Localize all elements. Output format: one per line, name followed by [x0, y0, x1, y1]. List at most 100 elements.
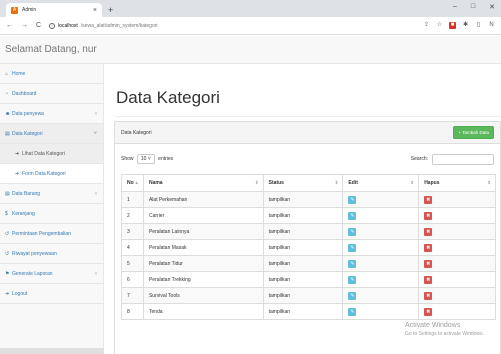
sidebar-item-label: Form Data Kategori [22, 170, 66, 177]
bookmark-star-icon[interactable]: ☆ [436, 22, 443, 29]
maximize-icon[interactable]: □ [471, 3, 475, 11]
sidebar-item-data-kategori[interactable]: ▤ Data Kategori ˅ [0, 124, 103, 144]
cell-nama: Peralatan Lainnya [142, 223, 264, 240]
cell-status: tampilkan [262, 271, 344, 288]
edit-icon[interactable]: ✎ [348, 195, 357, 204]
trash-icon[interactable]: ✖ [424, 307, 433, 316]
column-header-nama[interactable]: Nama ⇕ [142, 174, 264, 192]
trash-icon[interactable]: ✖ [424, 275, 433, 284]
column-header-hapus[interactable]: Hapus ⇕ [418, 174, 496, 192]
cell-status: tampilkan [262, 191, 344, 208]
sidebar-item-home[interactable]: ⌂ Home [0, 64, 103, 84]
cell-edit: ✎ [342, 207, 420, 224]
sidebar-subitem-lihat-data-kategori[interactable]: ➜ Lihat Data Kategori [0, 144, 103, 164]
window-controls: – □ ✕ [453, 3, 495, 11]
table-row: 8 Tenda tampilkan ✎ ✖ [121, 303, 496, 320]
list-icon: ▤ [5, 130, 10, 137]
users-icon: ☻ [5, 110, 11, 117]
trash-icon[interactable]: ✖ [424, 211, 433, 220]
extension-red-icon[interactable]: ■ [449, 22, 456, 29]
column-header-label: Nama [148, 180, 163, 186]
new-tab-button[interactable]: + [108, 5, 113, 15]
cell-no: 8 [121, 303, 144, 320]
profile-icon[interactable]: N [488, 22, 495, 29]
sidebar-item-permintaan-pengembalian[interactable]: ↺ Permintaan Pengembalian [0, 224, 103, 244]
sidebar-item-label: Data Barang [12, 190, 41, 197]
arrow-right-icon: ➜ [15, 170, 20, 177]
extension-icons: ⇪ ☆ ■ ✱ ▯ N [423, 22, 495, 29]
trash-icon[interactable]: ✖ [424, 259, 433, 268]
sidebar-item-keranjang[interactable]: $ Keranjang [0, 204, 103, 224]
favicon-icon: A [11, 6, 18, 14]
edit-icon[interactable]: ✎ [348, 227, 357, 236]
report-icon: ⚑ [5, 270, 10, 277]
cell-hapus: ✖ [418, 287, 496, 304]
edit-icon[interactable]: ✎ [348, 211, 357, 220]
sidebar-item-dashboard[interactable]: ◔ Dashboard [0, 84, 103, 104]
edit-icon[interactable]: ✎ [348, 243, 357, 252]
sidebar-item-riwayat-penyewaan[interactable]: ↺ Riwayat penyewaan [0, 244, 103, 264]
sidebar-item-label: Riwayat penyewaan [12, 250, 57, 257]
chevron-down-icon: ˅ [93, 130, 97, 137]
list-icon: ▤ [5, 190, 10, 197]
sidebar-item-logout[interactable]: ➔ Logout [0, 284, 103, 304]
sidebar-item-data-barang[interactable]: ▤ Data Barang ‹ [0, 184, 103, 204]
history-icon: ↺ [5, 230, 10, 237]
logout-icon: ➔ [5, 290, 10, 297]
edit-icon[interactable]: ✎ [348, 291, 357, 300]
sidebar-item-label: Keranjang [12, 210, 35, 217]
reload-icon[interactable]: C [36, 22, 41, 29]
tab-close-icon[interactable]: × [93, 7, 97, 14]
chevron-left-icon: ‹ [95, 270, 97, 277]
chevron-left-icon: ‹ [95, 190, 97, 197]
add-data-button[interactable]: + Tambah Data [453, 126, 494, 139]
url-field[interactable]: i localhost/sewa_alat/admin_system/kateg… [49, 22, 415, 29]
sidebar-item-data-penyewa[interactable]: ☻ Data penyewa ‹ [0, 104, 103, 124]
table-row: 5 Peralatan Tidur tampilkan ✎ ✖ [121, 255, 496, 272]
cell-no: 5 [121, 255, 144, 272]
entries-select[interactable]: 10 ˅ [136, 154, 155, 164]
panel-title: Data Kategori [121, 129, 152, 136]
search-control: Search: [411, 153, 494, 165]
column-header-status[interactable]: Status ⇕ [262, 174, 344, 192]
browser-tab[interactable]: A Admin × [6, 3, 102, 17]
close-window-icon[interactable]: ✕ [489, 3, 495, 11]
edit-icon[interactable]: ✎ [348, 259, 357, 268]
cell-nama: Alat Perkemahan [142, 191, 264, 208]
site-info-icon[interactable]: i [49, 22, 56, 29]
watermark-subtitle: Go to Settings to activate Windows. [405, 331, 484, 337]
forward-icon[interactable]: → [21, 22, 28, 29]
browser-tab-bar: A Admin × + – □ ✕ [0, 0, 501, 17]
trash-icon[interactable]: ✖ [424, 195, 433, 204]
trash-icon[interactable]: ✖ [424, 227, 433, 236]
show-label: Show [121, 156, 134, 162]
navbar-brand[interactable]: Selamat Datang, nur [5, 44, 97, 55]
sidebar-subitem-form-data-kategori[interactable]: ➜ Form Data Kategori [0, 164, 103, 184]
sidebar-panel-icon[interactable]: ▯ [475, 22, 482, 29]
sidebar-item-label: Generate Laporan [12, 270, 53, 277]
column-header-label: Hapus [424, 180, 440, 186]
minimize-icon[interactable]: – [453, 3, 457, 11]
extensions-puzzle-icon[interactable]: ✱ [462, 22, 469, 29]
cell-nama: Survival Tools [142, 287, 264, 304]
cell-hapus: ✖ [418, 191, 496, 208]
back-icon[interactable]: ← [6, 22, 13, 29]
search-input[interactable] [432, 153, 494, 165]
column-header-no[interactable]: No ▲ [121, 174, 144, 192]
history-icon: ↺ [5, 250, 10, 257]
cell-edit: ✎ [342, 255, 420, 272]
cell-edit: ✎ [342, 271, 420, 288]
trash-icon[interactable]: ✖ [424, 291, 433, 300]
sort-icon: ⇕ [487, 180, 491, 185]
trash-icon[interactable]: ✖ [424, 243, 433, 252]
edit-icon[interactable]: ✎ [348, 307, 357, 316]
column-header-edit[interactable]: Edit ⇕ [342, 174, 420, 192]
edit-icon[interactable]: ✎ [348, 275, 357, 284]
sidebar-item-generate-laporan[interactable]: ⚑ Generate Laporan ‹ [0, 264, 103, 284]
table-row: 1 Alat Perkemahan tampilkan ✎ ✖ [121, 191, 496, 208]
sidebar-item-label: Data Kategori [12, 130, 43, 137]
tab-title: Admin [22, 7, 37, 13]
share-icon[interactable]: ⇪ [423, 22, 430, 29]
sort-icon: ⇕ [334, 180, 339, 185]
cell-status: tampilkan [262, 303, 344, 320]
